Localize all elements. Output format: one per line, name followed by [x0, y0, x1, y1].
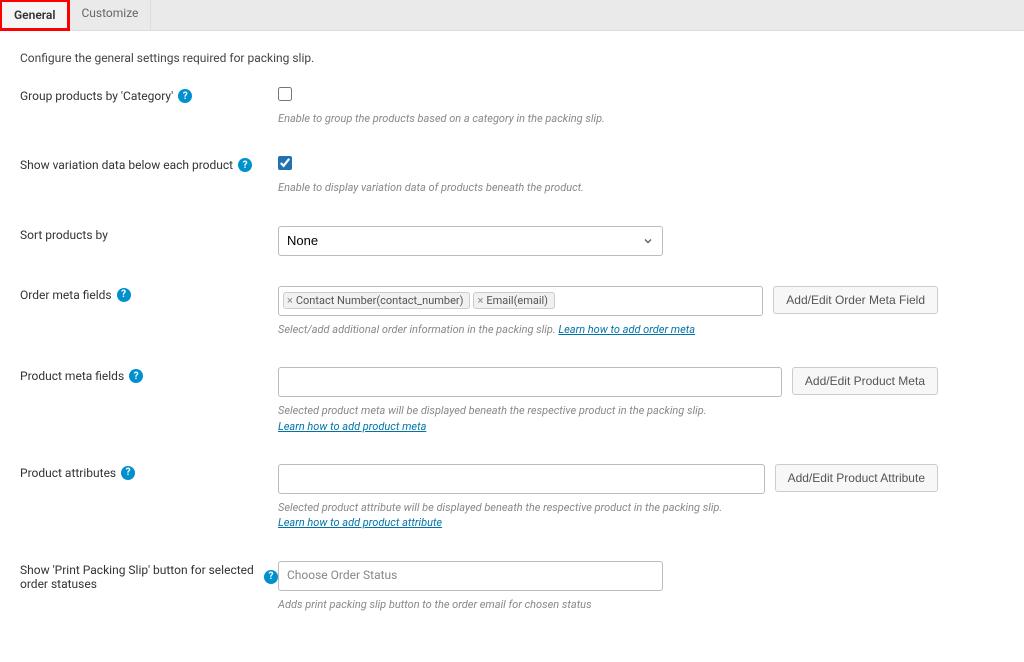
label-order-meta: Order meta fields ? [20, 286, 278, 302]
row-product-attr: Product attributes ? Selected product at… [20, 464, 1004, 531]
label-print-button: Show 'Print Packing Slip' button for sel… [20, 561, 278, 591]
row-order-meta: Order meta fields ? × Contact Number(con… [20, 286, 1004, 337]
row-variation: Show variation data below each product ?… [20, 156, 1004, 195]
help-icon[interactable]: ? [117, 288, 131, 302]
label-sort: Sort products by [20, 226, 278, 242]
tag-remove-icon[interactable]: × [477, 294, 483, 307]
row-print-button: Show 'Print Packing Slip' button for sel… [20, 561, 1004, 612]
tag-item: × Contact Number(contact_number) [283, 292, 470, 309]
link-product-attr-help[interactable]: Learn how to add product attribute [278, 516, 442, 529]
tag-input-product-attr[interactable] [278, 464, 765, 494]
row-group-category: Group products by 'Category' ? Enable to… [20, 87, 1004, 126]
label-product-meta: Product meta fields ? [20, 367, 278, 383]
desc-product-attr: Selected product attribute will be displ… [278, 500, 765, 531]
control-order-meta: × Contact Number(contact_number) × Email… [278, 286, 938, 337]
help-icon[interactable]: ? [121, 466, 135, 480]
tag-input-product-meta[interactable] [278, 367, 782, 397]
desc-variation: Enable to display variation data of prod… [278, 180, 663, 195]
help-icon[interactable]: ? [178, 89, 192, 103]
checkbox-group-category[interactable] [278, 87, 292, 101]
control-sort: None [278, 226, 663, 256]
settings-content: Configure the general settings required … [0, 31, 1024, 662]
control-product-attr: Selected product attribute will be displ… [278, 464, 938, 531]
link-product-meta-help[interactable]: Learn how to add product meta [278, 420, 426, 433]
control-print-button: Choose Order Status Adds print packing s… [278, 561, 663, 612]
tag-item: × Email(email) [473, 292, 555, 309]
tab-bar: General Customize [0, 0, 1024, 31]
add-edit-product-meta-button[interactable]: Add/Edit Product Meta [792, 367, 938, 395]
control-variation: Enable to display variation data of prod… [278, 156, 663, 195]
row-sort: Sort products by None [20, 226, 1004, 256]
add-edit-product-attr-button[interactable]: Add/Edit Product Attribute [775, 464, 938, 492]
help-icon[interactable]: ? [238, 158, 252, 172]
checkbox-variation[interactable] [278, 156, 292, 170]
desc-group-category: Enable to group the products based on a … [278, 111, 663, 126]
help-icon[interactable]: ? [129, 369, 143, 383]
label-variation: Show variation data below each product ? [20, 156, 278, 172]
tag-input-order-meta[interactable]: × Contact Number(contact_number) × Email… [278, 286, 763, 316]
link-order-meta-help[interactable]: Learn how to add order meta [558, 323, 695, 336]
desc-product-meta: Selected product meta will be displayed … [278, 403, 782, 434]
select-sort[interactable]: None [278, 226, 663, 256]
add-edit-order-meta-button[interactable]: Add/Edit Order Meta Field [773, 286, 938, 314]
help-icon[interactable]: ? [264, 570, 278, 584]
tag-remove-icon[interactable]: × [287, 294, 293, 307]
tab-customize[interactable]: Customize [69, 0, 151, 30]
select-order-status[interactable]: Choose Order Status [278, 561, 663, 591]
label-product-attr: Product attributes ? [20, 464, 278, 480]
tab-general[interactable]: General [0, 0, 70, 31]
label-group-category: Group products by 'Category' ? [20, 87, 278, 103]
intro-text: Configure the general settings required … [20, 51, 1004, 65]
control-group-category: Enable to group the products based on a … [278, 87, 663, 126]
desc-print-button: Adds print packing slip button to the or… [278, 597, 663, 612]
desc-order-meta: Select/add additional order information … [278, 322, 763, 337]
control-product-meta: Selected product meta will be displayed … [278, 367, 938, 434]
row-product-meta: Product meta fields ? Selected product m… [20, 367, 1004, 434]
